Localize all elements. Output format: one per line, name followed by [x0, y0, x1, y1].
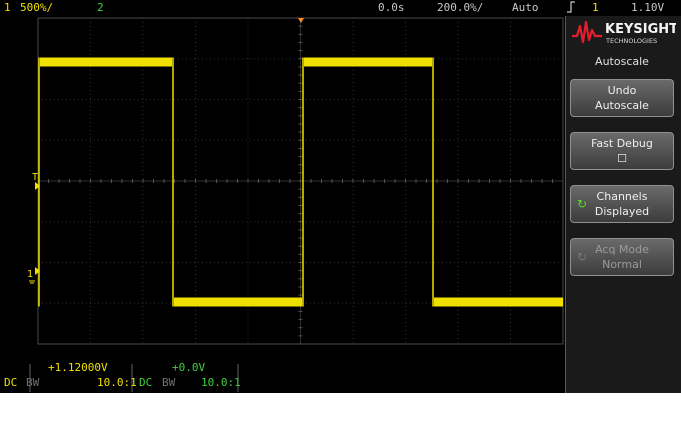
keysight-logo: KEYSIGHT TECHNOLOGIES	[572, 20, 676, 45]
undo-autoscale-softkey[interactable]: Undo Autoscale	[570, 79, 674, 117]
trigger-level-marker: T	[32, 172, 38, 183]
menu-title: Autoscale	[595, 55, 649, 68]
ch2-number[interactable]: 2	[97, 1, 104, 14]
trigger-level[interactable]: 1.10V	[631, 1, 664, 14]
rotate-knob-icon: ↻	[577, 250, 588, 264]
ch1-ground-marker: 1	[27, 269, 33, 280]
status-bar: 1 500%/ 2 0.0s 200.0%/ Auto 1 1.10V	[0, 0, 664, 16]
waveform-graticule: T 1	[27, 17, 564, 345]
brand-name: KEYSIGHT	[605, 22, 676, 37]
ch1-coupling: DC	[4, 376, 18, 389]
ch1-number[interactable]: 1	[4, 1, 11, 14]
channels-displayed-softkey[interactable]: ↻ Channels Displayed	[570, 185, 674, 223]
ch2-offset[interactable]: +0.0V	[172, 361, 205, 374]
ch2-coupling: DC	[139, 376, 153, 389]
ch2-probe: 10.0:1	[201, 376, 241, 389]
rising-edge-icon	[566, 0, 576, 17]
trigger-mode[interactable]: Auto	[512, 1, 539, 14]
waveform-segment	[304, 57, 432, 67]
checkbox-icon[interactable]: ☐	[571, 151, 673, 166]
softkey-label: Autoscale	[595, 99, 649, 112]
softkey-label: Undo	[607, 84, 637, 97]
waveform-segment	[40, 57, 172, 67]
graticule-grid	[37, 17, 564, 345]
fast-debug-softkey[interactable]: Fast Debug ☐	[570, 132, 674, 170]
acq-mode-softkey[interactable]: ↻ Acq Mode Normal	[570, 238, 674, 276]
ch1-bw-limit: BW	[26, 376, 40, 389]
ch1-probe: 10.0:1	[97, 376, 137, 389]
ch1-offset[interactable]: +1.12000V	[48, 361, 108, 374]
time-position[interactable]: 0.0s	[378, 1, 405, 14]
time-scale[interactable]: 200.0%/	[437, 1, 483, 14]
trigger-position-marker	[298, 18, 304, 23]
waveform-segment	[174, 297, 302, 307]
waveform-segment	[434, 297, 563, 307]
rotate-knob-icon: ↻	[577, 197, 588, 211]
trigger-source[interactable]: 1	[592, 1, 599, 14]
brand-sub: TECHNOLOGIES	[605, 37, 657, 45]
channel-info-bar: +1.12000V DC BW 10.0:1 +0.0V DC BW 10.0:…	[0, 346, 565, 393]
ch2-bw-limit: BW	[162, 376, 176, 389]
softkey-label: Fast Debug	[591, 137, 653, 150]
ch1-scale[interactable]: 500%/	[20, 1, 53, 14]
